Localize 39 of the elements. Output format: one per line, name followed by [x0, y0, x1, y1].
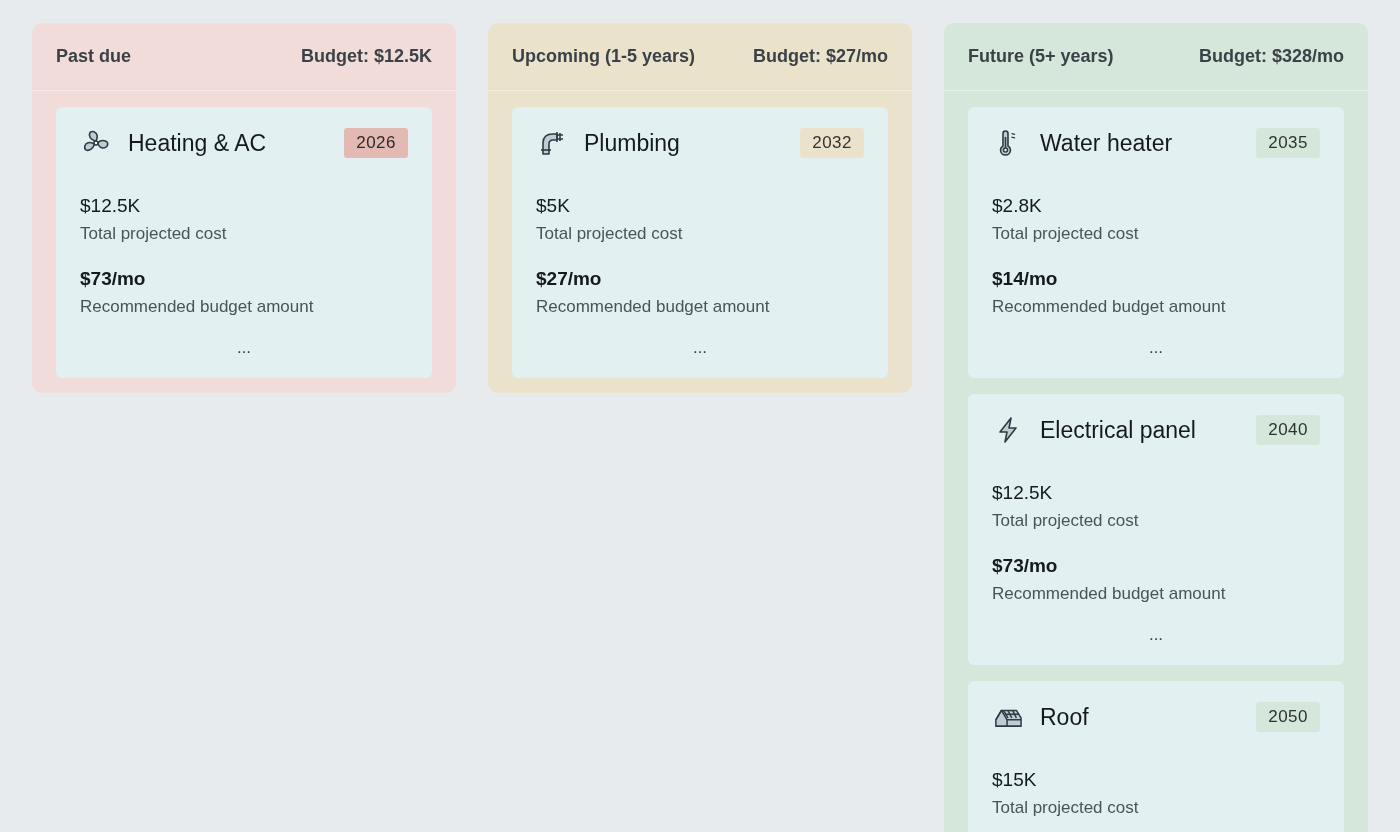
cost-label: Total projected cost: [992, 223, 1140, 245]
cost-label: Total projected cost: [992, 510, 1140, 532]
budget-label: Recommended budget amount: [992, 583, 1227, 605]
year-badge: 2040: [1256, 415, 1320, 445]
more-button[interactable]: ...: [1144, 625, 1168, 645]
budget-label: Recommended budget amount: [80, 296, 315, 318]
more-button[interactable]: ...: [232, 338, 256, 358]
pipe-elbow-icon: [538, 129, 566, 157]
year-badge: 2035: [1256, 128, 1320, 158]
monthly-budget: $14/mo: [992, 267, 1059, 291]
item-title: Roof: [1040, 703, 1090, 731]
year-badge: 2032: [800, 128, 864, 158]
year-badge: 2050: [1256, 702, 1320, 732]
column-budget: Budget: $12.5K: [300, 46, 432, 67]
column-title: Future (5+ years): [968, 46, 1114, 67]
year-badge: 2026: [344, 128, 408, 158]
projected-cost: $12.5K: [80, 194, 142, 218]
cost-label: Total projected cost: [992, 797, 1140, 819]
item-title: Plumbing: [584, 129, 681, 157]
item-title: Heating & AC: [128, 129, 268, 157]
item-title: Water heater: [1040, 129, 1174, 157]
column-title: Upcoming (1-5 years): [512, 46, 696, 67]
projected-cost: $5K: [536, 194, 571, 218]
column-title: Past due: [56, 46, 132, 67]
more-button[interactable]: ...: [688, 338, 712, 358]
monthly-budget: $27/mo: [536, 267, 603, 291]
monthly-budget: $73/mo: [80, 267, 147, 291]
item-title: Electrical panel: [1040, 416, 1197, 444]
column-budget: Budget: $328/mo: [1198, 46, 1344, 67]
column-budget: Budget: $27/mo: [752, 46, 888, 67]
budget-label: Recommended budget amount: [992, 296, 1227, 318]
more-button[interactable]: ...: [1144, 338, 1168, 358]
monthly-budget: $73/mo: [992, 554, 1059, 578]
budget-label: Recommended budget amount: [536, 296, 771, 318]
projected-cost: $12.5K: [992, 481, 1054, 505]
cost-label: Total projected cost: [80, 223, 228, 245]
projected-cost: $15K: [992, 768, 1038, 792]
cost-label: Total projected cost: [536, 223, 684, 245]
projected-cost: $2.8K: [992, 194, 1043, 218]
